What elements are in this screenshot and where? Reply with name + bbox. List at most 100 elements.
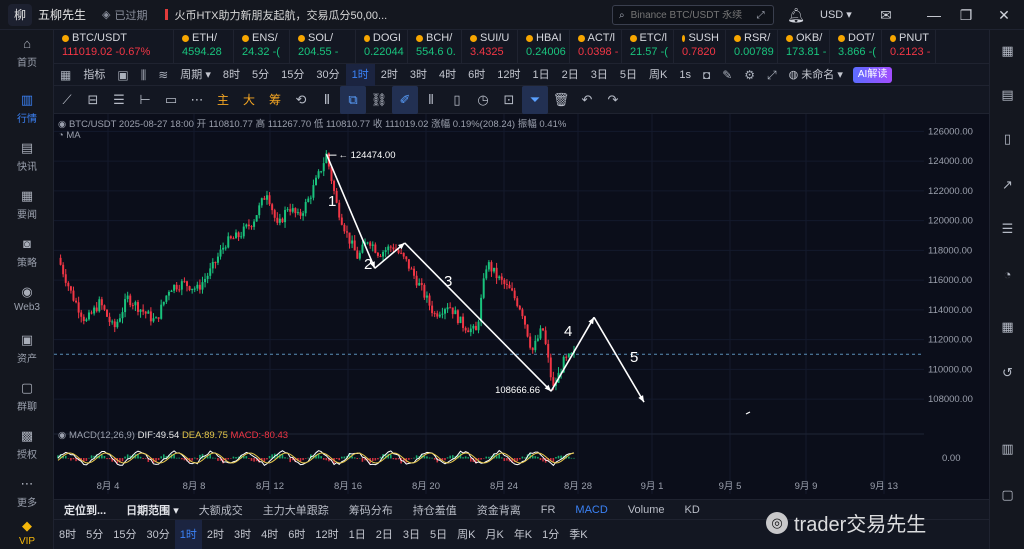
calendar-icon[interactable]: ▣ (111, 64, 134, 86)
sidebar-item-vip[interactable]: ◆ VIP (0, 518, 54, 547)
bottom-interval-button[interactable]: 2日 (371, 520, 398, 549)
calculator-icon[interactable]: ▦ (999, 318, 1016, 335)
chips-tool[interactable]: 筹 (262, 86, 288, 114)
ray-tool-icon[interactable]: ⊢ (132, 86, 158, 114)
delete-icon[interactable]: 🗑︎ (548, 86, 574, 114)
bag-icon[interactable]: ▢ (999, 486, 1016, 503)
bottom-interval-button[interactable]: 12时 (310, 520, 343, 549)
interval-button[interactable]: 周K (643, 64, 673, 86)
interval-button[interactable]: 2时 (375, 64, 404, 86)
dots-tool-icon[interactable]: ⋯ (184, 86, 210, 114)
interval-button[interactable]: 15分 (275, 64, 310, 86)
trendline-tool-icon[interactable]: ⟋ (54, 86, 80, 114)
bottom-interval-button[interactable]: 30分 (142, 520, 175, 549)
one-second-button[interactable]: 1s (673, 64, 697, 86)
indicator-tab[interactable]: 定位到... (54, 502, 116, 518)
compare-icon[interactable]: ≋ (152, 64, 174, 86)
interval-button[interactable]: 5日 (614, 64, 643, 86)
bell-icon[interactable]: ◔ (58, 130, 64, 141)
table-icon[interactable]: ▥ (999, 440, 1016, 457)
ticker-item[interactable]: HBAI 0.24006 (518, 30, 570, 63)
ticker-item[interactable]: SUSH 0.7820 (674, 30, 726, 63)
ticker-item[interactable]: BTC/USDT 111019.02 -0.67% (54, 30, 174, 63)
currency-select[interactable]: USD ▾ (820, 8, 852, 21)
interval-button[interactable]: 8时 (217, 64, 246, 86)
sidebar-item-flash[interactable]: ▤ 快讯 (0, 140, 54, 173)
bottom-interval-button[interactable]: 周K (452, 520, 480, 549)
bottom-interval-button[interactable]: 4时 (256, 520, 283, 549)
bottom-interval-button[interactable]: 年K (509, 520, 537, 549)
ticker-item[interactable]: ENS/24.32 -( (234, 30, 290, 63)
eye-icon[interactable]: ◉ (58, 430, 66, 441)
measure-tool-icon[interactable]: ⫴ (418, 86, 444, 114)
expired-badge[interactable]: ◈ 已过期 (102, 7, 147, 23)
ticker-item[interactable]: ACT/l 0.0398 - (570, 30, 622, 63)
sidebar-item-market[interactable]: ▥ 行情 (0, 92, 54, 125)
history-icon[interactable]: ↺ (999, 364, 1016, 381)
expand-icon[interactable]: ⤢ (757, 10, 765, 21)
ticker-item[interactable]: SOL/204.55 - (290, 30, 356, 63)
replay-tool-icon[interactable]: ⟲ (288, 86, 314, 114)
mail-icon[interactable]: ✉ (876, 5, 896, 25)
sidebar-item-more[interactable]: ⋯ 更多 (0, 476, 54, 509)
parallel-tool-icon[interactable]: ☰ (106, 86, 132, 114)
trend-icon[interactable]: ↗ (999, 176, 1016, 193)
sidebar-item-assets[interactable]: ▣ 资产 (0, 332, 54, 365)
sidebar-item-strategy[interactable]: ◙ 策略 (0, 236, 54, 269)
magnet-tool-icon[interactable]: ⧉ (340, 85, 366, 114)
indicator-tab[interactable]: 大额成交 (189, 502, 253, 518)
bell-icon[interactable]: 🔔︎ (786, 5, 806, 25)
rect-tool-icon[interactable]: ▭ (158, 86, 184, 114)
main-force-tool[interactable]: 主 (210, 86, 236, 114)
link-tool-icon[interactable]: ⛓ (366, 86, 392, 114)
sidebar-item-web3[interactable]: ◉ Web3 (0, 284, 54, 313)
bottom-interval-button[interactable]: 月K (480, 520, 508, 549)
sidebar-item-home[interactable]: ⌂ 首页 (0, 36, 54, 69)
bottom-interval-button[interactable]: 1日 (344, 520, 371, 549)
interval-button[interactable]: 1日 (526, 64, 555, 86)
search-input[interactable] (630, 9, 751, 21)
bottom-interval-button[interactable]: 1分 (537, 520, 564, 549)
interval-button[interactable]: 1时 (345, 63, 375, 86)
sidebar-item-news[interactable]: ▦ 要闻 (0, 188, 54, 221)
settings-icon[interactable]: ⚙ (738, 64, 761, 86)
bottom-interval-button[interactable]: 1时 (174, 519, 202, 549)
clock-tool-icon[interactable]: ◷ (470, 86, 496, 114)
interval-button[interactable]: 3日 (585, 64, 614, 86)
interval-button[interactable]: 12时 (491, 64, 526, 86)
interval-button[interactable]: 30分 (310, 64, 345, 86)
indicator-tab[interactable]: 主力大单跟踪 (253, 502, 339, 518)
news-ticker[interactable]: 火币HTX助力新朋友起航，交易瓜分50,00... (165, 7, 387, 23)
interval-button[interactable]: 5分 (246, 64, 275, 86)
close-icon[interactable]: ✕ (994, 5, 1014, 25)
indicator-tab[interactable]: 筹码分布 (339, 502, 403, 518)
ai-analysis-button[interactable]: AI解读 (852, 66, 893, 83)
bottom-interval-button[interactable]: 15分 (108, 520, 141, 549)
ticker-item[interactable]: DOGI 0.22044 (356, 30, 408, 63)
indicator-tab[interactable]: 持仓羞值 (403, 502, 467, 518)
indicator-tab[interactable]: KD (675, 504, 710, 516)
chart-area[interactable]: ◉ BTC/USDT 2025-08-27 18:00 开 110810.77 … (54, 114, 989, 499)
eye-icon[interactable]: ◉ (58, 119, 66, 130)
grid-icon[interactable]: ▦ (999, 42, 1016, 59)
text-tool-icon[interactable]: Ⅱ (314, 86, 340, 114)
bottom-interval-button[interactable]: 3日 (398, 520, 425, 549)
filter-tool-icon[interactable]: ⏷ (522, 85, 548, 114)
bottom-interval-button[interactable]: 季K (564, 520, 592, 549)
indicator-tab[interactable]: MACD (565, 504, 617, 516)
camera-icon[interactable]: ◘ (697, 64, 716, 86)
ticker-item[interactable]: PNUT 0.2123 - (882, 30, 936, 63)
indicator-tab[interactable]: FR (531, 504, 566, 516)
undo-icon[interactable]: ↶ (574, 86, 600, 114)
alarm-icon[interactable]: ◔ (999, 266, 1016, 283)
ticker-item[interactable]: RSR/0.00789 (726, 30, 778, 63)
brush-tool-icon[interactable]: ✐ (392, 85, 418, 114)
trash-bag-icon[interactable]: ▯ (444, 86, 470, 114)
bottom-interval-button[interactable]: 5分 (81, 520, 108, 549)
period-select[interactable]: 周期 ▾ (174, 64, 217, 86)
sidebar-item-auth[interactable]: ▩ 授权 (0, 428, 54, 461)
ticker-item[interactable]: DOT/3.866 -( (830, 30, 882, 63)
document-icon[interactable]: ▯ (999, 130, 1016, 147)
list-icon[interactable]: ☰ (999, 220, 1016, 237)
minimize-icon[interactable]: — (924, 5, 944, 25)
